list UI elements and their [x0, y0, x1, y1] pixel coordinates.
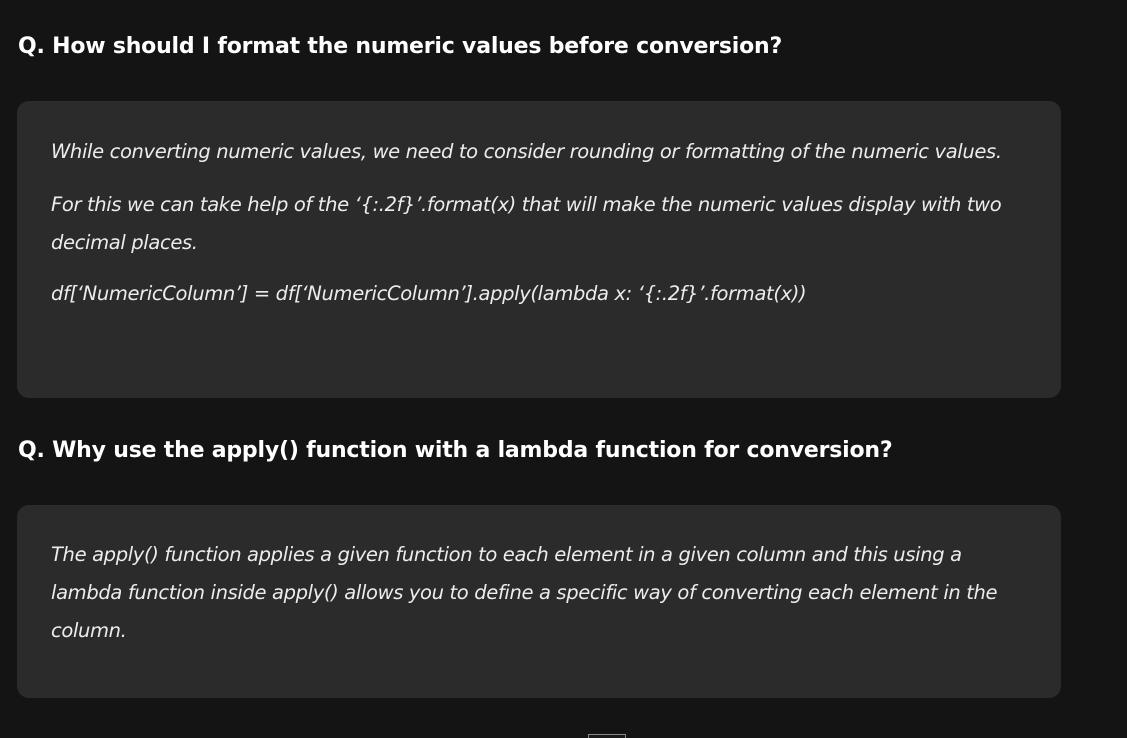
- scroll-to-top-button[interactable]: [588, 734, 626, 738]
- answer-paragraph: The apply() function applies a given fun…: [51, 543, 998, 642]
- answer-paragraph: While converting numeric values, we need…: [51, 140, 1002, 163]
- faq-question-1: Q. How should I format the numeric value…: [18, 34, 783, 59]
- answer-paragraph: For this we can take help of the ‘{:.2f}…: [51, 193, 1002, 254]
- faq-answer-card-2: The apply() function applies a given fun…: [17, 505, 1061, 698]
- faq-answer-card-1: While converting numeric values, we need…: [17, 101, 1061, 398]
- faq-question-2: Q. Why use the apply() function with a l…: [18, 438, 893, 463]
- answer-code-line: df[‘NumericColumn’] = df[‘NumericColumn’…: [51, 282, 807, 305]
